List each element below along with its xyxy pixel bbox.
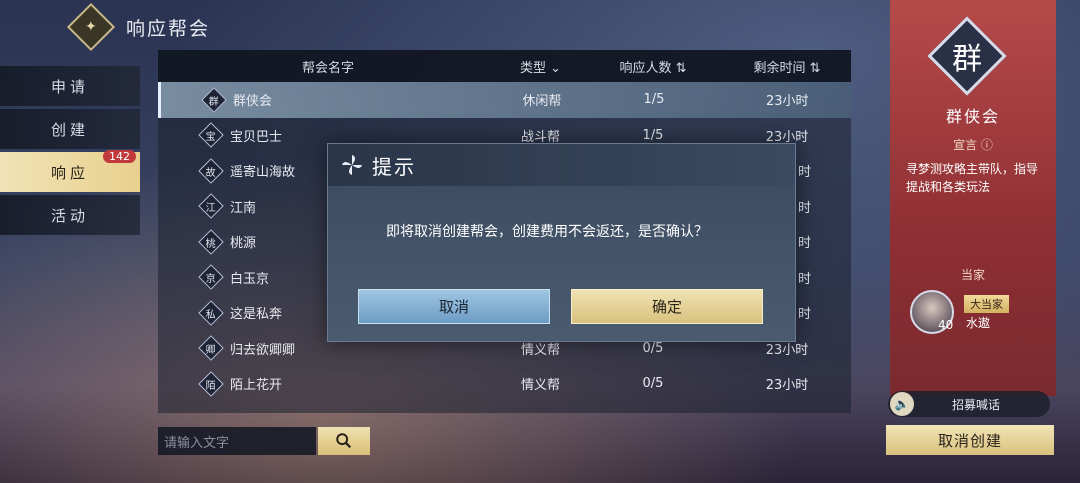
dialog-title: 提示: [372, 154, 416, 179]
modal-overlay: 提示 即将取消创建帮会，创建费用不会返还，是否确认？ 取消 确定: [0, 0, 1080, 483]
confirm-dialog: 提示 即将取消创建帮会，创建费用不会返还，是否确认？ 取消 确定: [327, 143, 796, 342]
dialog-message: 即将取消创建帮会，创建费用不会返还，是否确认？: [386, 224, 708, 240]
pinwheel-icon: [340, 153, 364, 177]
confirm-button[interactable]: 确定: [571, 289, 763, 324]
cancel-button[interactable]: 取消: [358, 289, 550, 324]
dialog-header: 提示: [328, 144, 795, 186]
